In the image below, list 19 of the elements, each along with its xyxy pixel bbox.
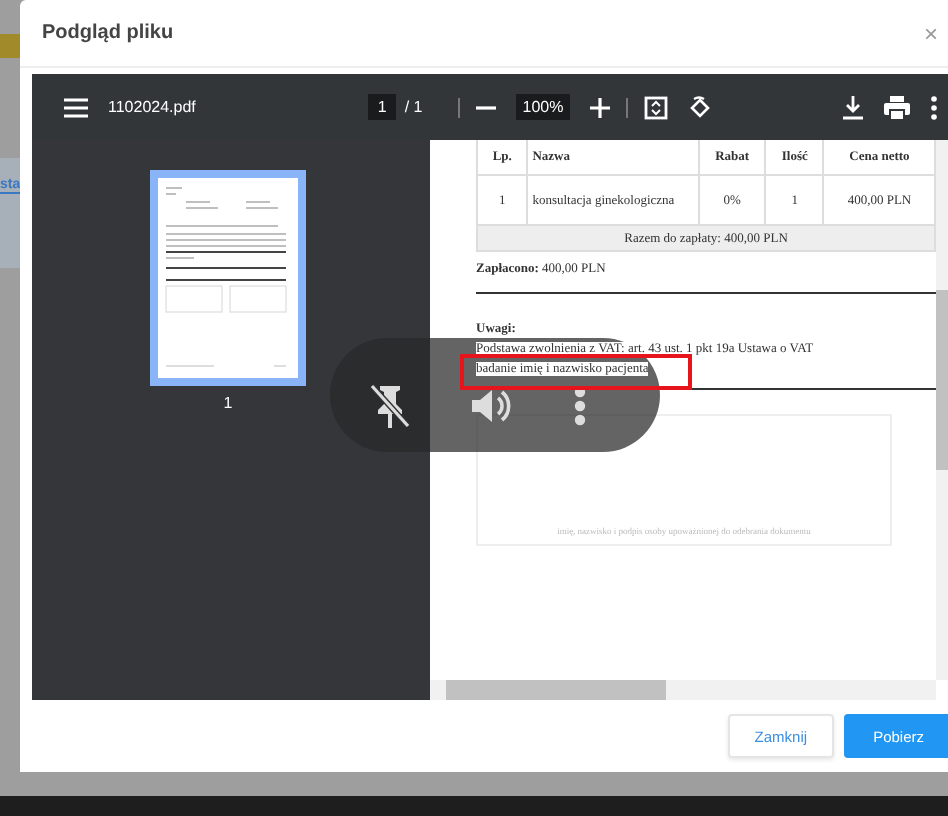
horizontal-scrollbar[interactable] [430, 680, 936, 700]
page-number: 1 [223, 394, 233, 412]
speaker-icon[interactable] [470, 385, 514, 425]
zoom-input[interactable]: 100% [516, 94, 570, 120]
file-name: 1102024.pdf [108, 98, 196, 116]
rotate-icon[interactable] [687, 95, 712, 119]
page-input[interactable]: 1 [367, 94, 397, 120]
header-bar [0, 34, 20, 58]
page-count: / 1 [404, 98, 423, 116]
dialog-title: Podgląd pliku [42, 22, 174, 44]
download-icon[interactable] [842, 95, 864, 119]
zoom-in-icon[interactable] [589, 97, 610, 117]
unpin-icon[interactable] [370, 383, 410, 427]
fit-page-icon[interactable] [643, 95, 668, 119]
print-icon[interactable] [884, 95, 910, 119]
close-button[interactable]: × [919, 19, 942, 47]
page-thumbnail[interactable] [150, 170, 306, 386]
menu-icon[interactable] [64, 97, 88, 117]
more-icon[interactable] [930, 95, 938, 119]
